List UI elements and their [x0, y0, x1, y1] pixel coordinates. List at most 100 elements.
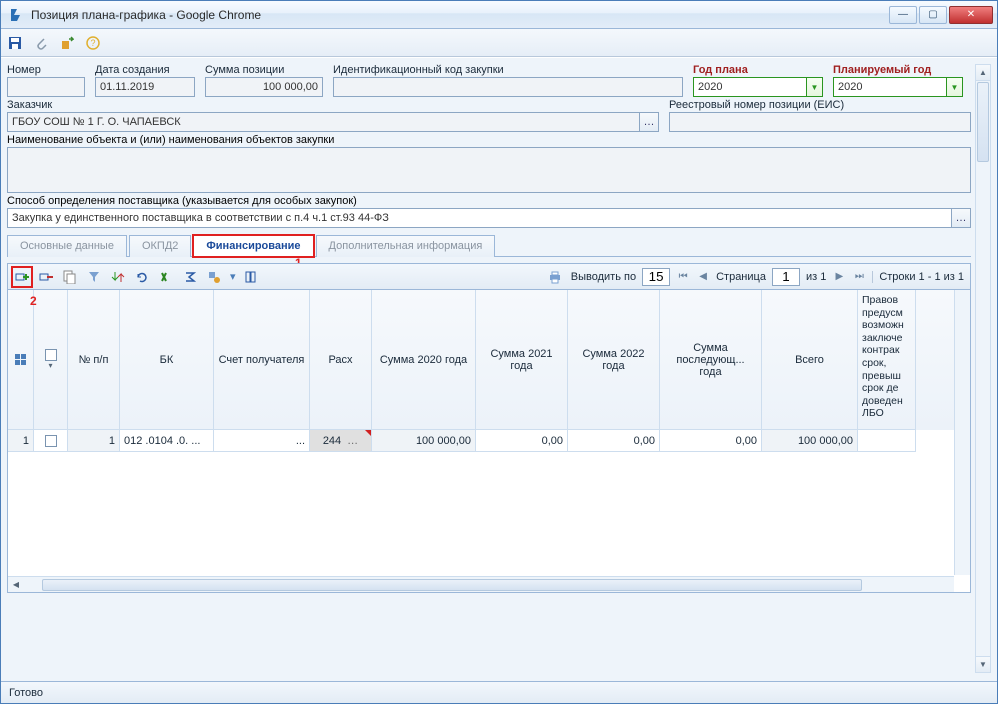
planyear-select[interactable]: 2020 ▼ — [693, 77, 823, 97]
objname-textarea[interactable] — [7, 147, 971, 193]
header-select — [8, 290, 34, 430]
checkbox[interactable] — [45, 435, 57, 447]
page-label: Страница — [716, 271, 766, 283]
cell-ras-value: 244 — [323, 435, 341, 447]
plannedyear-value: 2020 — [838, 81, 862, 93]
svg-text:?: ? — [90, 38, 95, 48]
app-icon — [9, 7, 25, 23]
row-index: 1 — [8, 430, 34, 452]
sort-icon[interactable] — [110, 269, 126, 285]
header-sum-post[interactable]: Сумма последующ... года — [660, 290, 762, 430]
planyear-label: Год плана — [693, 64, 823, 76]
grid-toolbar: ▾ Выводить по ⏮ ◀ Страница из 1 ▶ — [8, 264, 970, 290]
cell-total: 100 000,00 — [762, 430, 858, 452]
annotation-2: 2 — [30, 294, 37, 308]
lookup-button[interactable]: … — [951, 208, 971, 228]
tab-additional[interactable]: Дополнительная информация — [316, 235, 496, 257]
tab-main-data[interactable]: Основные данные — [7, 235, 127, 257]
sum-icon[interactable] — [182, 269, 198, 285]
customer-input[interactable] — [7, 112, 640, 132]
tab-okpd2[interactable]: ОКПД2 — [129, 235, 191, 257]
excel-icon[interactable] — [158, 269, 174, 285]
page-of-label: из 1 — [806, 271, 826, 283]
plannedyear-label: Планируемый год — [833, 64, 963, 76]
save-icon[interactable] — [7, 35, 23, 51]
cell-law — [858, 430, 916, 452]
grid-horizontal-scrollbar[interactable]: ◀ — [8, 576, 954, 592]
status-bar: Готово — [1, 681, 997, 703]
registry-label: Реестровый номер позиции (ЕИС) — [669, 99, 971, 111]
number-input[interactable] — [7, 77, 85, 97]
filter-icon[interactable] — [86, 269, 102, 285]
chevron-down-icon: ▼ — [946, 78, 962, 96]
header-law[interactable]: Правов предусм возможн заключе контрак с… — [858, 290, 916, 430]
cell-sum-2022: 0,00 — [568, 430, 660, 452]
cell-npp: 1 — [68, 430, 120, 452]
tab-financing[interactable]: Финансирование — [193, 235, 313, 257]
header-sum-2020[interactable]: Сумма 2020 года — [372, 290, 476, 430]
plannedyear-select[interactable]: 2020 ▼ — [833, 77, 963, 97]
export-icon[interactable] — [59, 35, 75, 51]
refresh-icon[interactable] — [134, 269, 150, 285]
help-icon[interactable]: ? — [85, 35, 101, 51]
cell-bk: 012 .0104 .0. ... — [120, 430, 214, 452]
header-sum-2022[interactable]: Сумма 2022 года — [568, 290, 660, 430]
planyear-value: 2020 — [698, 81, 722, 93]
minimize-button[interactable]: — — [889, 6, 917, 24]
tab-bar: Основные данные ОКПД2 Финансирование Доп… — [7, 234, 971, 257]
grid-header: ▾ № п/п БК Счет получателя Расх Сумма 20… — [8, 290, 970, 430]
status-text: Готово — [9, 687, 43, 699]
header-ras[interactable]: Расх — [310, 290, 372, 430]
pagesize-input[interactable] — [642, 268, 670, 286]
header-npp[interactable]: № п/п — [68, 290, 120, 430]
chevron-down-icon: ▼ — [806, 78, 822, 96]
add-row-icon[interactable] — [14, 269, 30, 285]
grid-body: 1 1 012 .0104 .0. ... ... 244 … 100 000,… — [8, 430, 970, 452]
registry-input[interactable] — [669, 112, 971, 132]
settings-icon[interactable] — [206, 269, 222, 285]
prev-page-button[interactable]: ◀ — [696, 270, 710, 284]
first-page-button[interactable]: ⏮ — [676, 270, 690, 284]
copy-icon[interactable] — [62, 269, 78, 285]
sum-input[interactable] — [205, 77, 323, 97]
content-area: Номер Дата создания Сумма позиции Иденти… — [1, 58, 997, 681]
main-scrollbar[interactable]: ▲ ▼ — [975, 64, 991, 673]
maximize-button[interactable]: ▢ — [919, 6, 947, 24]
ikz-input[interactable] — [333, 77, 683, 97]
columns-icon[interactable] — [244, 269, 260, 285]
last-page-button[interactable]: ⏭ — [852, 270, 866, 284]
sum-label: Сумма позиции — [205, 64, 323, 76]
created-input[interactable] — [95, 77, 195, 97]
attach-icon[interactable] — [33, 35, 49, 51]
method-label: Способ определения поставщика (указывает… — [7, 195, 971, 207]
close-button[interactable]: ✕ — [949, 6, 993, 24]
main-toolbar: ? — [1, 29, 997, 57]
print-icon[interactable] — [547, 269, 563, 285]
lookup-button[interactable]: … — [639, 112, 659, 132]
cell-ras: 244 … — [310, 430, 372, 452]
page-input[interactable] — [772, 268, 800, 286]
header-acct[interactable]: Счет получателя — [214, 290, 310, 430]
table-row[interactable]: 1 1 012 .0104 .0. ... ... 244 … 100 000,… — [8, 430, 970, 452]
dropdown-arrow-icon[interactable]: ▾ — [230, 270, 236, 283]
checkbox[interactable] — [45, 349, 57, 361]
window-title: Позиция плана-графика - Google Chrome — [31, 8, 889, 22]
next-page-button[interactable]: ▶ — [832, 270, 846, 284]
financing-grid: ▾ Выводить по ⏮ ◀ Страница из 1 ▶ — [7, 263, 971, 593]
header-bk[interactable]: БК — [120, 290, 214, 430]
row-checkbox-cell — [34, 430, 68, 452]
created-label: Дата создания — [95, 64, 195, 76]
method-input[interactable] — [7, 208, 952, 228]
show-label: Выводить по — [571, 271, 636, 283]
header-total[interactable]: Всего — [762, 290, 858, 430]
titlebar: Позиция плана-графика - Google Chrome — … — [1, 1, 997, 29]
grid-icon[interactable] — [15, 354, 27, 366]
ikz-label: Идентификационный код закупки — [333, 64, 683, 76]
number-label: Номер — [7, 64, 85, 76]
grid-vertical-scrollbar[interactable] — [954, 290, 970, 575]
header-sum-2021[interactable]: Сумма 2021 года — [476, 290, 568, 430]
cell-sum-2020: 100 000,00 — [372, 430, 476, 452]
cell-sum-post: 0,00 — [660, 430, 762, 452]
delete-row-icon[interactable] — [38, 269, 54, 285]
cell-acct: ... — [214, 430, 310, 452]
